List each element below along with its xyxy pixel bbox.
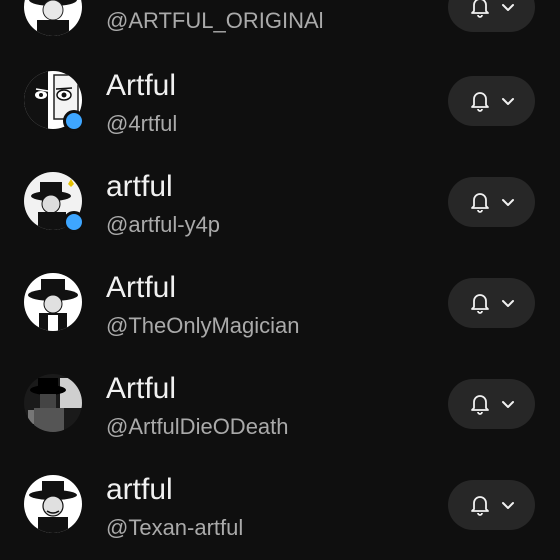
notification-settings-button[interactable] bbox=[448, 480, 535, 530]
channel-name[interactable]: Artful bbox=[106, 69, 176, 103]
channel-handle: @ArtfulDieODeath bbox=[106, 414, 289, 439]
channel-avatar[interactable] bbox=[24, 374, 82, 432]
chevron-down-icon bbox=[502, 401, 514, 408]
channel-avatar[interactable] bbox=[24, 172, 85, 233]
channel-row[interactable]: Artful @ArtfulDieODeath bbox=[0, 364, 560, 465]
verified-badge-icon bbox=[63, 110, 85, 132]
channel-name[interactable]: artful bbox=[106, 170, 173, 204]
channel-handle: @4rtful bbox=[106, 111, 178, 136]
artful-avatar-icon bbox=[24, 273, 82, 331]
subscribed-channel-list: @ARTFUL_ORIGINAl Artful @4rtful artful @… bbox=[0, 0, 560, 560]
channel-row[interactable]: artful @Texan-artful bbox=[0, 465, 560, 560]
notification-settings-button[interactable] bbox=[448, 0, 535, 32]
bell-icon bbox=[471, 395, 489, 415]
verified-badge-icon bbox=[63, 211, 85, 233]
artful-avatar-icon bbox=[24, 374, 82, 432]
chevron-down-icon bbox=[502, 4, 514, 11]
artful-avatar-icon bbox=[24, 475, 82, 533]
channel-handle: @TheOnlyMagician bbox=[106, 313, 300, 338]
channel-handle: @ARTFUL_ORIGINAl bbox=[106, 8, 324, 33]
chevron-down-icon bbox=[502, 199, 514, 206]
notification-settings-button[interactable] bbox=[448, 379, 535, 429]
notification-settings-button[interactable] bbox=[448, 76, 535, 126]
chevron-down-icon bbox=[502, 98, 514, 105]
channel-handle: @artful-y4p bbox=[106, 212, 221, 237]
bell-icon bbox=[471, 92, 489, 112]
channel-row[interactable]: @ARTFUL_ORIGINAl bbox=[0, 0, 560, 61]
channel-avatar[interactable] bbox=[24, 475, 82, 533]
channel-avatar[interactable] bbox=[24, 0, 82, 36]
channel-handle: @Texan-artful bbox=[106, 515, 244, 540]
notification-settings-button[interactable] bbox=[448, 177, 535, 227]
chevron-down-icon bbox=[502, 300, 514, 307]
bell-icon bbox=[471, 0, 489, 18]
bell-icon bbox=[471, 496, 489, 516]
chevron-down-icon bbox=[502, 502, 514, 509]
channel-avatar[interactable] bbox=[24, 273, 82, 331]
bell-icon bbox=[471, 193, 489, 213]
notification-settings-button[interactable] bbox=[448, 278, 535, 328]
bell-icon bbox=[471, 294, 489, 314]
artful-avatar-icon bbox=[24, 0, 82, 36]
channel-row[interactable]: artful @artful-y4p bbox=[0, 162, 560, 263]
channel-name[interactable]: Artful bbox=[106, 372, 176, 406]
channel-row[interactable]: Artful @TheOnlyMagician bbox=[0, 263, 560, 364]
channel-row[interactable]: Artful @4rtful bbox=[0, 61, 560, 162]
channel-name[interactable]: Artful bbox=[106, 271, 176, 305]
channel-name[interactable]: artful bbox=[106, 473, 173, 507]
channel-avatar[interactable] bbox=[24, 71, 85, 132]
